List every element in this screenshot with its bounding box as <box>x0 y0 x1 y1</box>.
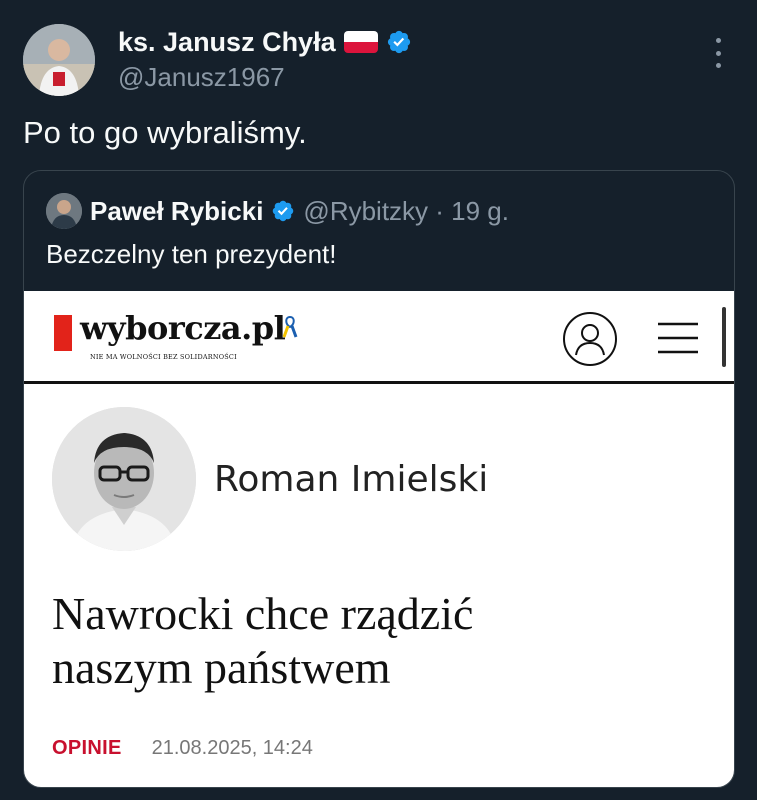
article-date: 21.08.2025, 14:24 <box>151 737 313 759</box>
poland-flag-icon <box>343 31 378 53</box>
verified-badge-icon <box>387 30 410 54</box>
article-screenshot[interactable]: wyborcza.pl NIE MA WOLNOŚCI BEZ SOLIDARN… <box>24 291 734 787</box>
article-author-photo <box>52 407 196 551</box>
author-avatar[interactable] <box>23 24 95 96</box>
site-tagline: NIE MA WOLNOŚCI BEZ SOLIDARNOŚCI <box>90 353 237 361</box>
scrollbar <box>722 307 726 367</box>
site-logo: wyborcza.pl <box>80 309 286 347</box>
headline-line-2: naszym państwem <box>52 642 391 693</box>
article-author-name: Roman Imielski <box>214 459 489 500</box>
logo-red-block <box>54 315 72 351</box>
verified-badge-icon <box>273 200 294 222</box>
quoted-tweet-card[interactable]: Paweł Rybicki @Rybitzky · 19 g. Bezczeln… <box>23 170 735 788</box>
tweet-text: Po to go wybraliśmy. <box>23 115 307 150</box>
quoted-author-handle[interactable]: @Rybitzky · 19 g. <box>303 196 509 227</box>
quoted-author-name[interactable]: Paweł Rybicki <box>90 196 263 227</box>
site-header: wyborcza.pl NIE MA WOLNOŚCI BEZ SOLIDARN… <box>24 291 734 384</box>
ribbon-icon <box>282 315 298 338</box>
hamburger-menu-icon <box>658 322 698 354</box>
author-name[interactable]: ks. Janusz Chyła <box>118 27 336 58</box>
quoted-tweet-header: Paweł Rybicki @Rybitzky · 19 g. <box>46 193 509 229</box>
user-account-icon <box>563 312 617 366</box>
quoted-author-avatar[interactable] <box>46 193 82 229</box>
more-options-icon[interactable] <box>708 38 728 68</box>
author-handle[interactable]: @Janusz1967 <box>118 62 285 93</box>
article-meta: OPINIE 21.08.2025, 14:24 <box>52 737 313 760</box>
section-tag: OPINIE <box>52 737 122 759</box>
quoted-tweet-text: Bezczelny ten prezydent! <box>46 239 337 269</box>
article-headline: Nawrocki chce rządzić naszym państwem <box>52 587 692 695</box>
author-name-row: ks. Janusz Chyła <box>118 26 412 58</box>
headline-line-1: Nawrocki chce rządzić <box>52 588 474 639</box>
